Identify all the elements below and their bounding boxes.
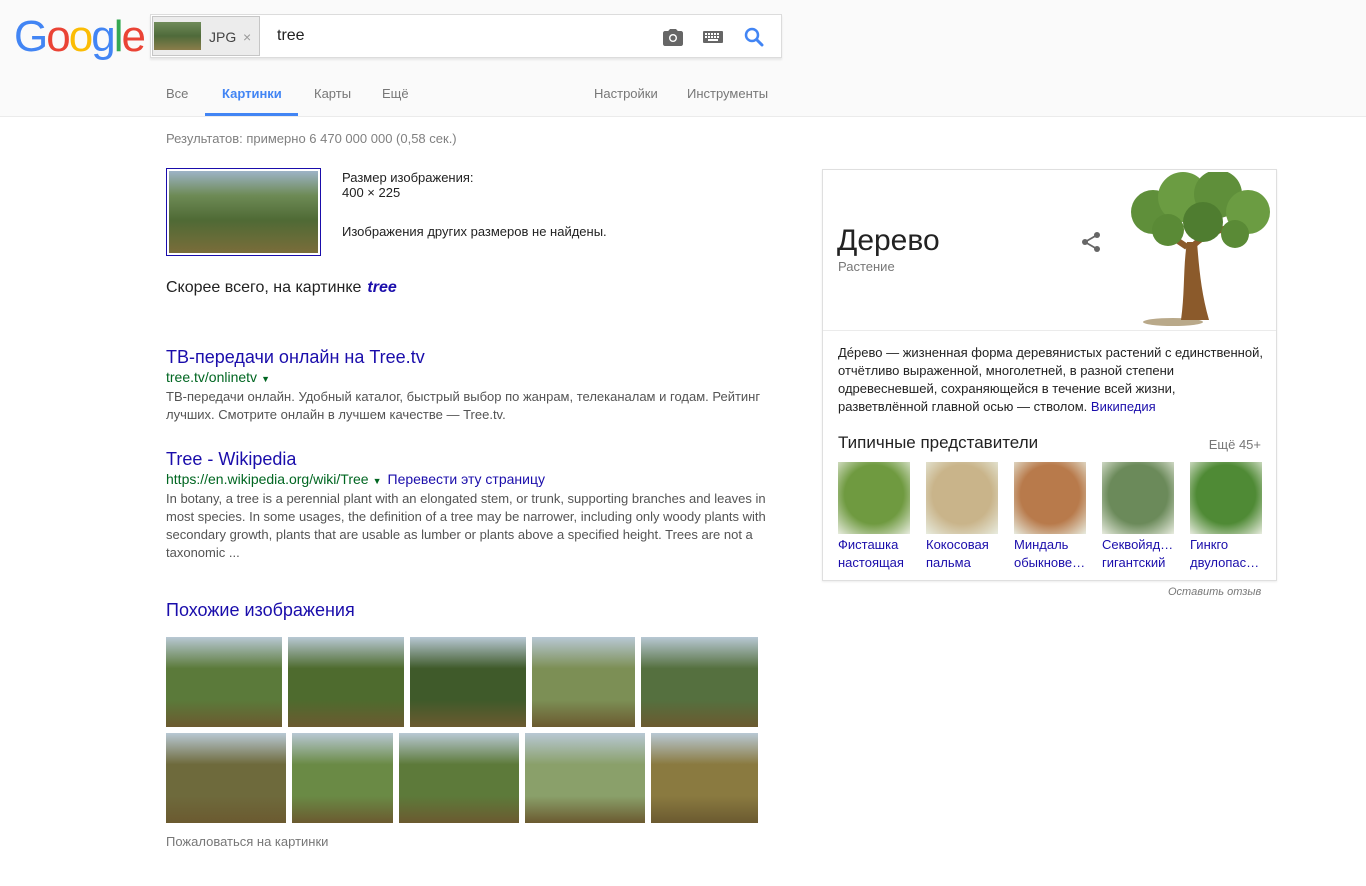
kp-source-link[interactable]: Википедия <box>1091 399 1156 414</box>
kp-divider <box>823 330 1276 331</box>
representative-name: Миндаль <box>1014 537 1069 552</box>
best-guess-link[interactable]: tree <box>367 279 396 296</box>
tab-more[interactable]: Ещё <box>382 86 409 101</box>
tab-maps[interactable]: Карты <box>314 86 351 101</box>
similar-image[interactable] <box>651 733 758 823</box>
knowledge-panel: Дерево Растение Де́рево — жизненная форм… <box>822 169 1277 581</box>
similar-image[interactable] <box>166 733 286 823</box>
no-other-sizes-text: Изображения других размеров не найдены. <box>342 224 607 239</box>
query-image-thumbnail <box>154 22 201 50</box>
representative-image <box>926 462 998 534</box>
query-image-preview <box>169 171 318 253</box>
results-count: Результатов: примерно 6 470 000 000 (0,5… <box>166 131 457 146</box>
logo-letter: g <box>91 12 116 61</box>
result-title[interactable]: ТВ-передачи онлайн на Tree.tv <box>166 346 776 368</box>
representative-name: Фисташка <box>838 537 899 552</box>
kp-subtitle: Растение <box>838 259 895 274</box>
representative-item[interactable]: Секвойяд… гигантский <box>1102 462 1176 570</box>
keyboard-icon[interactable] <box>701 25 725 49</box>
best-guess: Скорее всего, на картинке tree <box>166 279 397 297</box>
report-images-link[interactable]: Пожаловаться на картинки <box>166 834 328 849</box>
logo-letter: e <box>121 12 146 61</box>
search-tabs: Все Картинки Карты Ещё Настройки Инструм… <box>0 80 1366 117</box>
similar-image[interactable] <box>288 637 404 727</box>
header: Google JPG × tree Все Картинки Карты Ещё… <box>0 0 1366 117</box>
representative-item[interactable]: Гинкго двулопас… <box>1190 462 1264 570</box>
representative-name: обыкнове… <box>1014 555 1086 570</box>
chip-close-icon[interactable]: × <box>243 29 251 45</box>
result-snippet: In botany, a tree is a perennial plant w… <box>166 491 766 560</box>
search-box[interactable]: JPG × tree <box>150 14 782 58</box>
result-title[interactable]: Tree - Wikipedia <box>166 448 776 470</box>
representative-name: Кокосовая <box>926 537 989 552</box>
kp-more-link[interactable]: Ещё 45+ <box>1209 437 1261 452</box>
representative-name: настоящая <box>838 555 904 570</box>
google-logo[interactable]: Google <box>14 12 146 62</box>
image-size-value: 400 × 225 <box>342 185 401 200</box>
query-image-chip[interactable]: JPG × <box>152 16 260 56</box>
similar-image[interactable] <box>641 637 758 727</box>
representative-item[interactable]: Миндаль обыкнове… <box>1014 462 1088 570</box>
result-url-text: https://en.wikipedia.org/wiki/Tree <box>166 471 369 487</box>
result-url-text: tree.tv/onlinetv <box>166 369 258 385</box>
similar-image[interactable] <box>532 637 635 727</box>
similar-image[interactable] <box>525 733 645 823</box>
kp-description: Де́рево — жизненная форма деревянистых р… <box>838 344 1266 416</box>
result-url: https://en.wikipedia.org/wiki/Tree ▼ Перев… <box>166 470 776 490</box>
representative-name: пальма <box>926 555 971 570</box>
search-result: ТВ-передачи онлайн на Tree.tv tree.tv/on… <box>166 346 776 424</box>
representative-name: гигантский <box>1102 555 1166 570</box>
representative-image <box>1014 462 1086 534</box>
tab-settings[interactable]: Настройки <box>594 86 658 101</box>
search-input[interactable]: tree <box>277 27 305 45</box>
tree-image[interactable] <box>1123 172 1277 327</box>
representative-name: Секвойяд… <box>1102 537 1174 552</box>
result-snippet: ТВ-передачи онлайн. Удобный каталог, быс… <box>166 389 761 422</box>
share-icon[interactable] <box>1079 230 1103 254</box>
logo-letter: G <box>14 12 48 61</box>
logo-letter: o <box>68 12 94 61</box>
kp-title: Дерево <box>837 224 940 257</box>
representative-name: двулопас… <box>1190 555 1260 570</box>
camera-icon[interactable] <box>661 25 685 49</box>
logo-letter: l <box>113 12 124 61</box>
representative-item[interactable]: Кокосовая пальма <box>926 462 1000 570</box>
search-icon[interactable] <box>742 25 766 49</box>
translate-link[interactable]: Перевести эту страницу <box>388 471 545 487</box>
image-size-label: Размер изображения: <box>342 170 474 185</box>
search-result: Tree - Wikipedia https://en.wikipedia.or… <box>166 448 776 562</box>
kp-representatives-title: Типичные представители <box>838 433 1039 452</box>
url-dropdown-icon[interactable]: ▼ <box>261 374 270 384</box>
active-tab-indicator <box>205 113 298 116</box>
feedback-link[interactable]: Оставить отзыв <box>1168 586 1261 598</box>
similar-images-title[interactable]: Похожие изображения <box>166 600 355 621</box>
similar-image[interactable] <box>399 733 519 823</box>
representative-name: Гинкго <box>1190 537 1229 552</box>
tab-images[interactable]: Картинки <box>222 86 282 101</box>
representative-image <box>838 462 910 534</box>
result-url: tree.tv/onlinetv ▼ <box>166 368 776 388</box>
kp-description-text: Де́рево — жизненная форма деревянистых р… <box>838 345 1263 414</box>
representative-image <box>1102 462 1174 534</box>
query-image[interactable] <box>166 168 321 256</box>
similar-image[interactable] <box>166 637 282 727</box>
logo-letter: o <box>46 12 71 61</box>
chip-label: JPG <box>209 29 237 45</box>
representative-item[interactable]: Фисташка настоящая <box>838 462 912 570</box>
tab-tools[interactable]: Инструменты <box>687 86 768 101</box>
url-dropdown-icon[interactable]: ▼ <box>373 476 382 486</box>
similar-image[interactable] <box>292 733 393 823</box>
representative-image <box>1190 462 1262 534</box>
similar-image[interactable] <box>410 637 526 727</box>
tab-all[interactable]: Все <box>166 86 188 101</box>
best-guess-prefix: Скорее всего, на картинке <box>166 279 362 296</box>
